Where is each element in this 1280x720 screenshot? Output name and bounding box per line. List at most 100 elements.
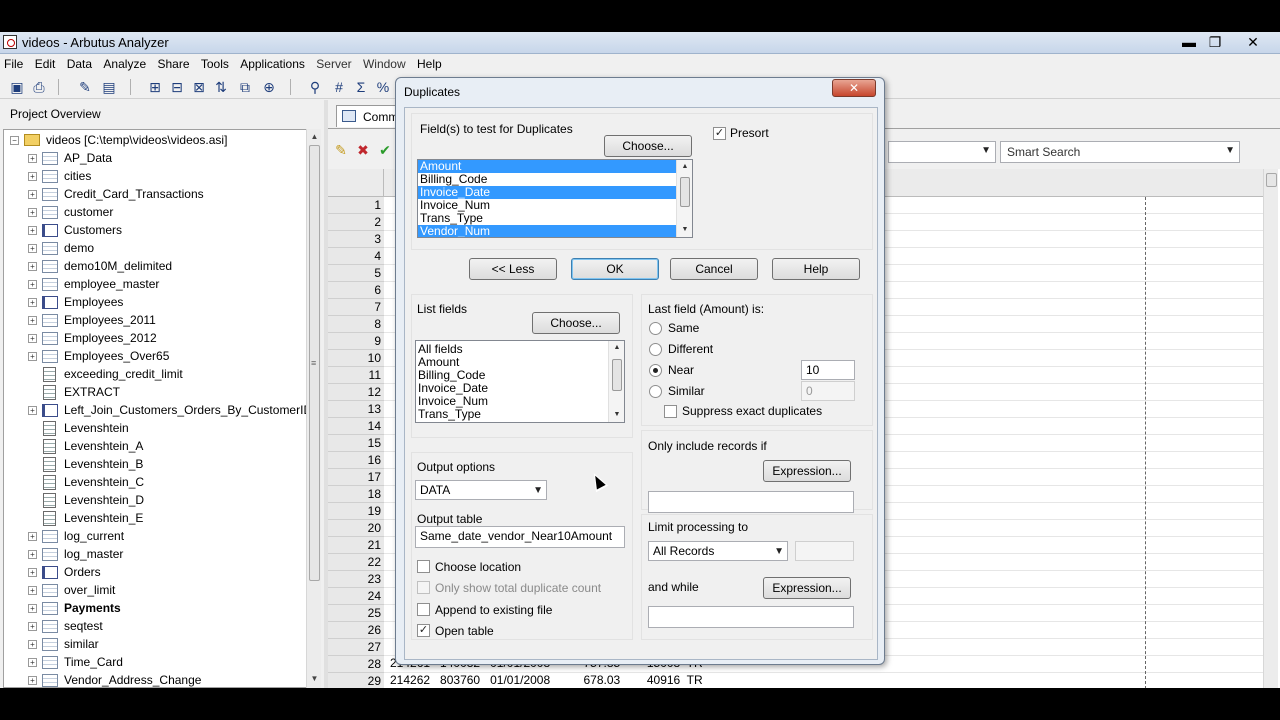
expand-icon[interactable]: + xyxy=(28,622,37,631)
open-table-checkbox[interactable]: ✓ xyxy=(417,624,430,637)
row-number[interactable]: 29 xyxy=(328,673,384,688)
expand-icon[interactable]: + xyxy=(28,586,37,595)
filter-icon[interactable]: ⚲ xyxy=(306,78,324,96)
expand-icon[interactable]: + xyxy=(28,208,37,217)
include-expression-button[interactable]: Expression... xyxy=(763,460,851,482)
list-fields-list[interactable]: All fields Amount Billing_Code Invoice_Date… xyxy=(415,340,625,423)
row-number[interactable]: 23 xyxy=(328,571,384,588)
menu-applications[interactable]: Applications xyxy=(236,54,309,71)
append-checkbox[interactable] xyxy=(417,603,430,616)
expand-icon[interactable]: + xyxy=(28,550,37,559)
row-number[interactable]: 4 xyxy=(328,248,384,265)
row-number[interactable]: 27 xyxy=(328,639,384,656)
scroll-up-icon[interactable]: ▲ xyxy=(609,341,624,355)
expand-icon[interactable]: + xyxy=(28,604,37,613)
scroll-down-icon[interactable]: ▼ xyxy=(307,671,322,686)
expand-icon[interactable]: + xyxy=(28,658,37,667)
menu-edit[interactable]: Edit xyxy=(31,54,60,71)
ok-button[interactable]: OK xyxy=(571,258,659,280)
row-number[interactable]: 20 xyxy=(328,520,384,537)
expand-icon[interactable]: + xyxy=(28,334,37,343)
near-value-input[interactable]: 10 xyxy=(801,360,855,380)
row-number[interactable]: 9 xyxy=(328,333,384,350)
less-button[interactable]: << Less xyxy=(469,258,557,280)
expand-icon[interactable]: + xyxy=(28,262,37,271)
limit-select[interactable]: All Records ▼ xyxy=(648,541,788,561)
menu-file[interactable]: File xyxy=(0,54,27,71)
expand-icon[interactable]: + xyxy=(28,352,37,361)
duplicate-fields-list[interactable]: Amount Billing_Code Invoice_Date Invoice_Nu… xyxy=(417,159,693,238)
row-number[interactable]: 2 xyxy=(328,214,384,231)
row-number[interactable]: 17 xyxy=(328,469,384,486)
expand-icon[interactable]: + xyxy=(28,640,37,649)
expand-icon[interactable]: + xyxy=(28,568,37,577)
relate-icon[interactable]: ⊠ xyxy=(190,78,208,96)
while-expression-input[interactable] xyxy=(648,606,854,628)
menu-analyze[interactable]: Analyze xyxy=(99,54,150,71)
expand-icon[interactable]: + xyxy=(28,532,37,541)
menu-share[interactable]: Share xyxy=(153,54,193,71)
fields-list-scrollbar[interactable]: ▲ ▼ xyxy=(676,160,692,237)
row-number[interactable]: 5 xyxy=(328,265,384,282)
row-number[interactable]: 6 xyxy=(328,282,384,299)
smart-search-combo[interactable]: Smart Search ▼ xyxy=(1000,141,1240,163)
row-number[interactable]: 8 xyxy=(328,316,384,333)
row-number[interactable]: 13 xyxy=(328,401,384,418)
expand-icon[interactable]: + xyxy=(28,676,37,685)
remove-filter-icon[interactable]: ✖ xyxy=(354,141,372,159)
choose-location-checkbox[interactable] xyxy=(417,560,430,573)
row-number[interactable]: 7 xyxy=(328,299,384,316)
edit-filter-icon[interactable]: ✎ xyxy=(332,141,350,159)
total-icon[interactable]: Σ xyxy=(352,78,370,96)
expand-icon[interactable]: + xyxy=(28,226,37,235)
similar-value-input[interactable]: 0 xyxy=(801,381,855,401)
row-number[interactable]: 24 xyxy=(328,588,384,605)
row-number[interactable]: 19 xyxy=(328,503,384,520)
near-radio[interactable] xyxy=(649,364,662,377)
index-icon[interactable]: ⧉ xyxy=(236,78,254,96)
row-number[interactable]: 18 xyxy=(328,486,384,503)
scroll-up-icon[interactable]: ▲ xyxy=(677,160,692,174)
suppress-exact-checkbox[interactable] xyxy=(664,405,677,418)
dialog-close-button[interactable]: ✕ xyxy=(832,79,876,97)
scroll-down-icon[interactable]: ▼ xyxy=(677,223,692,237)
minimize-icon[interactable]: ▬ xyxy=(1176,33,1202,51)
menu-tools[interactable]: Tools xyxy=(197,54,233,71)
menu-window[interactable]: Window xyxy=(359,54,410,71)
row-number[interactable]: 3 xyxy=(328,231,384,248)
statistics-icon[interactable]: % xyxy=(374,78,392,96)
sort-icon[interactable]: ⇅ xyxy=(212,78,230,96)
output-table-input[interactable]: Same_date_vendor_Near10Amount xyxy=(415,526,625,548)
row-number[interactable]: 12 xyxy=(328,384,384,401)
row-number[interactable]: 28 xyxy=(328,656,384,673)
scroll-thumb[interactable] xyxy=(680,177,690,207)
expand-icon[interactable]: + xyxy=(28,154,37,163)
row-number[interactable]: 26 xyxy=(328,622,384,639)
include-expression-input[interactable] xyxy=(648,491,854,513)
same-radio[interactable] xyxy=(649,322,662,335)
scroll-down-icon[interactable]: ▼ xyxy=(609,408,624,422)
list-item[interactable]: Vendor_Num xyxy=(418,225,676,237)
row-number[interactable]: 11 xyxy=(328,367,384,384)
row-number[interactable]: 14 xyxy=(328,418,384,435)
grid-scrollbar[interactable] xyxy=(1263,169,1278,688)
row-number[interactable]: 21 xyxy=(328,537,384,554)
expand-icon[interactable]: + xyxy=(28,406,37,415)
list-item[interactable]: Trans_Type xyxy=(416,408,624,421)
list-fields-scrollbar[interactable]: ▲ ▼ xyxy=(608,341,624,422)
extract-icon[interactable]: ⊞ xyxy=(146,78,164,96)
menu-data[interactable]: Data xyxy=(63,54,96,71)
expand-icon[interactable]: + xyxy=(28,298,37,307)
scroll-up-icon[interactable]: ▲ xyxy=(307,129,322,144)
restore-icon[interactable]: ❐ xyxy=(1202,33,1228,51)
scroll-thumb[interactable] xyxy=(1266,173,1277,187)
edit-icon[interactable]: ✎ xyxy=(76,78,94,96)
scroll-thumb[interactable] xyxy=(612,359,622,391)
expand-icon[interactable]: + xyxy=(28,190,37,199)
choose-fields-button[interactable]: Choose... xyxy=(604,135,692,157)
row-number[interactable]: 1 xyxy=(328,197,384,214)
join-icon[interactable]: ⊟ xyxy=(168,78,186,96)
menu-server[interactable]: Server xyxy=(312,54,355,71)
expand-icon[interactable]: + xyxy=(28,316,37,325)
row-number[interactable]: 16 xyxy=(328,452,384,469)
